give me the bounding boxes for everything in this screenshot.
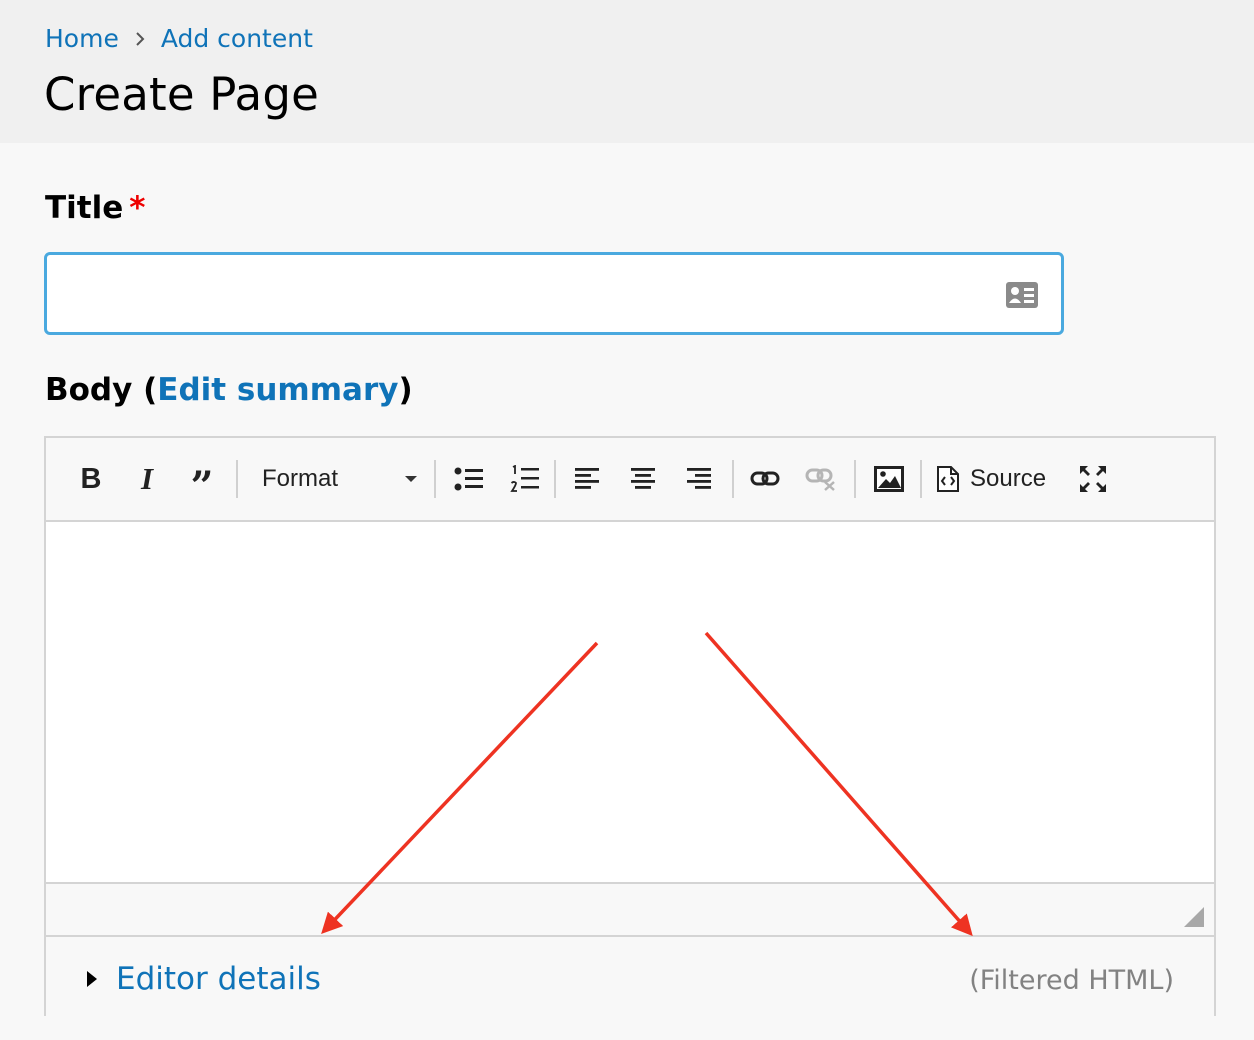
unlink-icon [805,467,837,491]
align-center-icon [630,467,656,491]
body-label-suffix: ) [398,372,413,408]
blockquote-icon: ” [190,462,214,510]
contact-card-icon[interactable] [1005,281,1039,309]
title-input-wrapper [44,252,1064,335]
unlink-button[interactable] [800,458,842,500]
caret-right-icon [86,961,98,997]
page-title: Create Page [44,68,319,121]
editor-resize-bar [46,884,1214,937]
resize-handle-icon[interactable] [1184,907,1204,927]
align-left-icon [574,467,600,491]
breadcrumb: Home Add content [45,24,313,53]
italic-icon: I [140,461,154,496]
breadcrumb-home-link[interactable]: Home [45,24,119,53]
align-right-icon [686,467,712,491]
editor-toolbar: B I ” Format Source [46,438,1214,522]
source-button-label: Source [970,465,1047,492]
toolbar-separator [434,460,436,498]
format-dropdown[interactable]: Format [246,458,422,500]
bulleted-list-icon [454,466,484,492]
numbered-list-icon [510,465,540,493]
numbered-list-button[interactable] [504,458,546,500]
title-label-text: Title [45,190,124,226]
body-label-prefix: Body ( [45,372,158,408]
bulleted-list-button[interactable] [448,458,490,500]
title-label: Title * [45,190,145,226]
toolbar-separator [554,460,556,498]
editor-content-area[interactable] [46,522,1214,884]
toolbar-separator [920,460,922,498]
caret-down-icon [404,475,418,483]
link-button[interactable] [744,458,786,500]
format-dropdown-label: Format [262,465,339,492]
align-center-button[interactable] [622,458,664,500]
chevron-right-icon [127,29,153,49]
bold-icon: B [80,462,102,495]
align-right-button[interactable] [678,458,720,500]
image-button[interactable] [868,458,910,500]
source-icon [936,465,960,493]
source-button[interactable]: Source [936,458,1060,500]
toolbar-separator [732,460,734,498]
editor-footer: Editor details (Filtered HTML) [46,937,1214,1016]
text-format-label: (Filtered HTML) [969,965,1174,996]
toolbar-separator [236,460,238,498]
editor-details-label: Editor details [116,961,321,997]
body-label: Body (Edit summary) [45,372,413,408]
italic-button[interactable]: I [130,458,164,500]
align-left-button[interactable] [566,458,608,500]
page-header: Home Add content Create Page [0,0,1254,143]
maximize-icon [1078,464,1108,494]
edit-summary-link[interactable]: Edit summary [157,372,398,408]
bold-button[interactable]: B [74,458,108,500]
link-icon [750,470,780,488]
rich-text-editor: B I ” Format Source Editor details (Filt… [44,436,1216,1016]
breadcrumb-add-content-link[interactable]: Add content [161,24,313,53]
maximize-button[interactable] [1072,458,1114,500]
required-marker: * [129,190,146,226]
toolbar-separator [854,460,856,498]
image-icon [874,466,904,492]
title-input[interactable] [47,255,1061,332]
blockquote-button[interactable]: ” [182,458,222,510]
editor-details-toggle[interactable]: Editor details [86,961,321,997]
